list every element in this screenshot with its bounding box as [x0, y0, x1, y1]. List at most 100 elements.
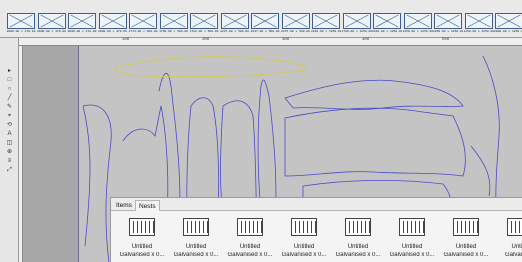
thumbnail-caption: 2000.00 x 470.00 [6, 30, 36, 33]
part-thumbnail[interactable]: 2237.00 x 500.00 [251, 13, 279, 35]
nest-subtitle: Galvanised x 0... [119, 252, 165, 258]
part-thumbnail[interactable]: 1780.00 x 1250.00 [341, 13, 372, 35]
nest-panel: Items Nests Untitled Galvanised x 0... Unt… [110, 197, 522, 262]
tool-icon[interactable]: ◫ [5, 140, 14, 147]
nest-preview-icon [453, 218, 479, 236]
part-thumbnail[interactable]: 1781.00 x 500.00 [190, 13, 218, 35]
nest-preview-icon [291, 218, 317, 236]
part-thumbnail[interactable]: 2000.00 x 470.00 [37, 13, 66, 35]
part-thumbnail[interactable]: 2000.00 x 1250.00 [494, 13, 522, 35]
nest-title: Untitled [293, 244, 315, 250]
part-thumbnail[interactable]: 2237.00 x 500.00 [281, 13, 310, 35]
nest-item[interactable]: Untitled Galvanised x 0... [331, 218, 385, 262]
part-thumbnail[interactable]: 1774.00 x 500.00 [129, 13, 157, 35]
thumbnail-caption: 2000.00 x 470.00 [67, 30, 97, 33]
tool-icon[interactable]: ✎ [5, 104, 14, 111]
part-preview-icon [68, 13, 96, 29]
nest-preview-icon [507, 218, 522, 236]
panel-tabs: Items Nests [111, 198, 522, 211]
thumbnail-caption: 2000.00 x 1250.00 [494, 30, 522, 33]
nest-preview-icon [237, 218, 263, 236]
part-outline [284, 107, 466, 177]
nest-title: Untitled [239, 244, 261, 250]
nest-item[interactable]: Untitled Galvanised x 0... [115, 218, 169, 262]
part-thumbnail[interactable]: 2000.00 x 470.00 [98, 13, 127, 35]
thumbnail-caption: 2000.00 x 470.00 [98, 30, 127, 33]
tab-nests[interactable]: Nests [135, 200, 160, 211]
nest-preview-icon [183, 218, 209, 236]
thumbnail-caption: 2237.00 x 500.00 [281, 30, 310, 33]
nest-subtitle: Galvanised x 0... [443, 252, 489, 258]
part-outline [284, 79, 464, 110]
part-preview-icon [220, 13, 249, 29]
thumbnail-caption: 1250.00 x 1250.00 [433, 30, 463, 33]
nest-item[interactable]: Untitled Galvanised x 0... [385, 218, 439, 262]
part-preview-icon [159, 13, 188, 29]
thumbnail-caption: 1780.00 x 1250.00 [341, 30, 372, 33]
thumbnail-caption: 1250.00 x 1250.00 [463, 30, 494, 33]
ruler-label: 300 [282, 38, 290, 42]
part-thumbnail[interactable]: 2000.00 x 470.00 [68, 13, 96, 35]
nest-item[interactable]: Untitled Galvanised x 0... [439, 218, 493, 262]
nest-preview-icon [345, 218, 371, 236]
tool-icon[interactable]: ▸ [5, 68, 14, 75]
part-thumbnail[interactable]: 1250.00 x 1250.00 [433, 13, 463, 35]
nest-item[interactable]: Untitled Galvanised x 0... [277, 218, 331, 262]
nest-preview-icon [399, 218, 425, 236]
tool-icon[interactable]: ╱ [5, 95, 14, 102]
horizontal-ruler: 100 200 300 400 500 [19, 38, 522, 46]
nest-title: Untitled [185, 244, 207, 250]
part-thumbnail[interactable]: 2237.00 x 500.00 [220, 13, 249, 35]
thumbnail-caption: 2240.00 x 1250.00 [372, 30, 402, 33]
tool-icon[interactable]: ⟲ [5, 122, 14, 129]
thumbnail-caption: 1760.00 x 500.00 [159, 30, 188, 33]
thumbnail-caption: 2240.00 x 1250.00 [311, 30, 341, 33]
nest-preview-icon [129, 218, 155, 236]
nest-item[interactable]: Untitle Galvanised [493, 218, 522, 262]
selected-part-outline [114, 56, 306, 78]
tool-palette: ▸ □ ○ ╱ ✎ ⌖ ⟲ A ◫ ⊕ ≡ ⤢ [0, 38, 19, 262]
nest-title: Untitled [347, 244, 369, 250]
ruler-label: 400 [362, 38, 370, 42]
nest-subtitle: Galvanised x 0... [389, 252, 435, 258]
tool-icon[interactable]: ⊕ [5, 149, 14, 156]
part-preview-icon [342, 13, 371, 29]
tool-icon[interactable]: A [5, 131, 14, 138]
ruler-label: 200 [202, 38, 210, 42]
nest-title: Untitled [131, 244, 153, 250]
nest-title: Untitle [511, 244, 522, 250]
tool-icon[interactable]: ⤢ [5, 167, 14, 174]
part-preview-icon [37, 13, 66, 29]
tool-icon[interactable]: □ [5, 77, 14, 84]
thumbnail-caption: 2000.00 x 470.00 [37, 30, 66, 33]
tab-items[interactable]: Items [113, 200, 135, 211]
tool-icon[interactable]: ⌖ [5, 113, 14, 120]
nest-subtitle: Galvanised x 0... [335, 252, 381, 258]
part-preview-icon [7, 13, 35, 29]
part-preview-icon [434, 13, 462, 29]
tool-icon[interactable]: ≡ [5, 158, 14, 165]
nest-item[interactable]: Untitled Galvanised x 0... [169, 218, 223, 262]
nest-subtitle: Galvanised x 0... [173, 252, 219, 258]
part-preview-icon [281, 13, 310, 29]
part-thumbnail[interactable]: 1760.00 x 500.00 [159, 13, 188, 35]
part-outline [82, 104, 112, 262]
part-preview-icon [403, 13, 432, 29]
part-preview-icon [373, 13, 401, 29]
nest-title: Untitled [455, 244, 477, 250]
tool-icon[interactable]: ○ [5, 86, 14, 93]
nest-title: Untitled [401, 244, 423, 250]
nest-subtitle: Galvanised x 0... [281, 252, 327, 258]
part-thumbnail[interactable]: 2240.00 x 1250.00 [311, 13, 341, 35]
part-preview-icon [312, 13, 340, 29]
part-thumbnail[interactable]: 2000.00 x 470.00 [7, 13, 35, 35]
thumbnail-caption: 2237.00 x 500.00 [250, 30, 280, 33]
part-preview-icon [190, 13, 218, 29]
thumbnail-caption: 1781.00 x 500.00 [189, 30, 219, 33]
part-preview-icon [129, 13, 157, 29]
part-thumbnail[interactable]: 1250.00 x 1250.00 [403, 13, 433, 35]
nest-item[interactable]: Untitled Galvanised x 0... [223, 218, 277, 262]
ruler-label: 100 [122, 38, 130, 42]
part-thumbnail[interactable]: 1250.00 x 1250.00 [463, 13, 494, 35]
part-thumbnail[interactable]: 2240.00 x 1250.00 [372, 13, 402, 35]
